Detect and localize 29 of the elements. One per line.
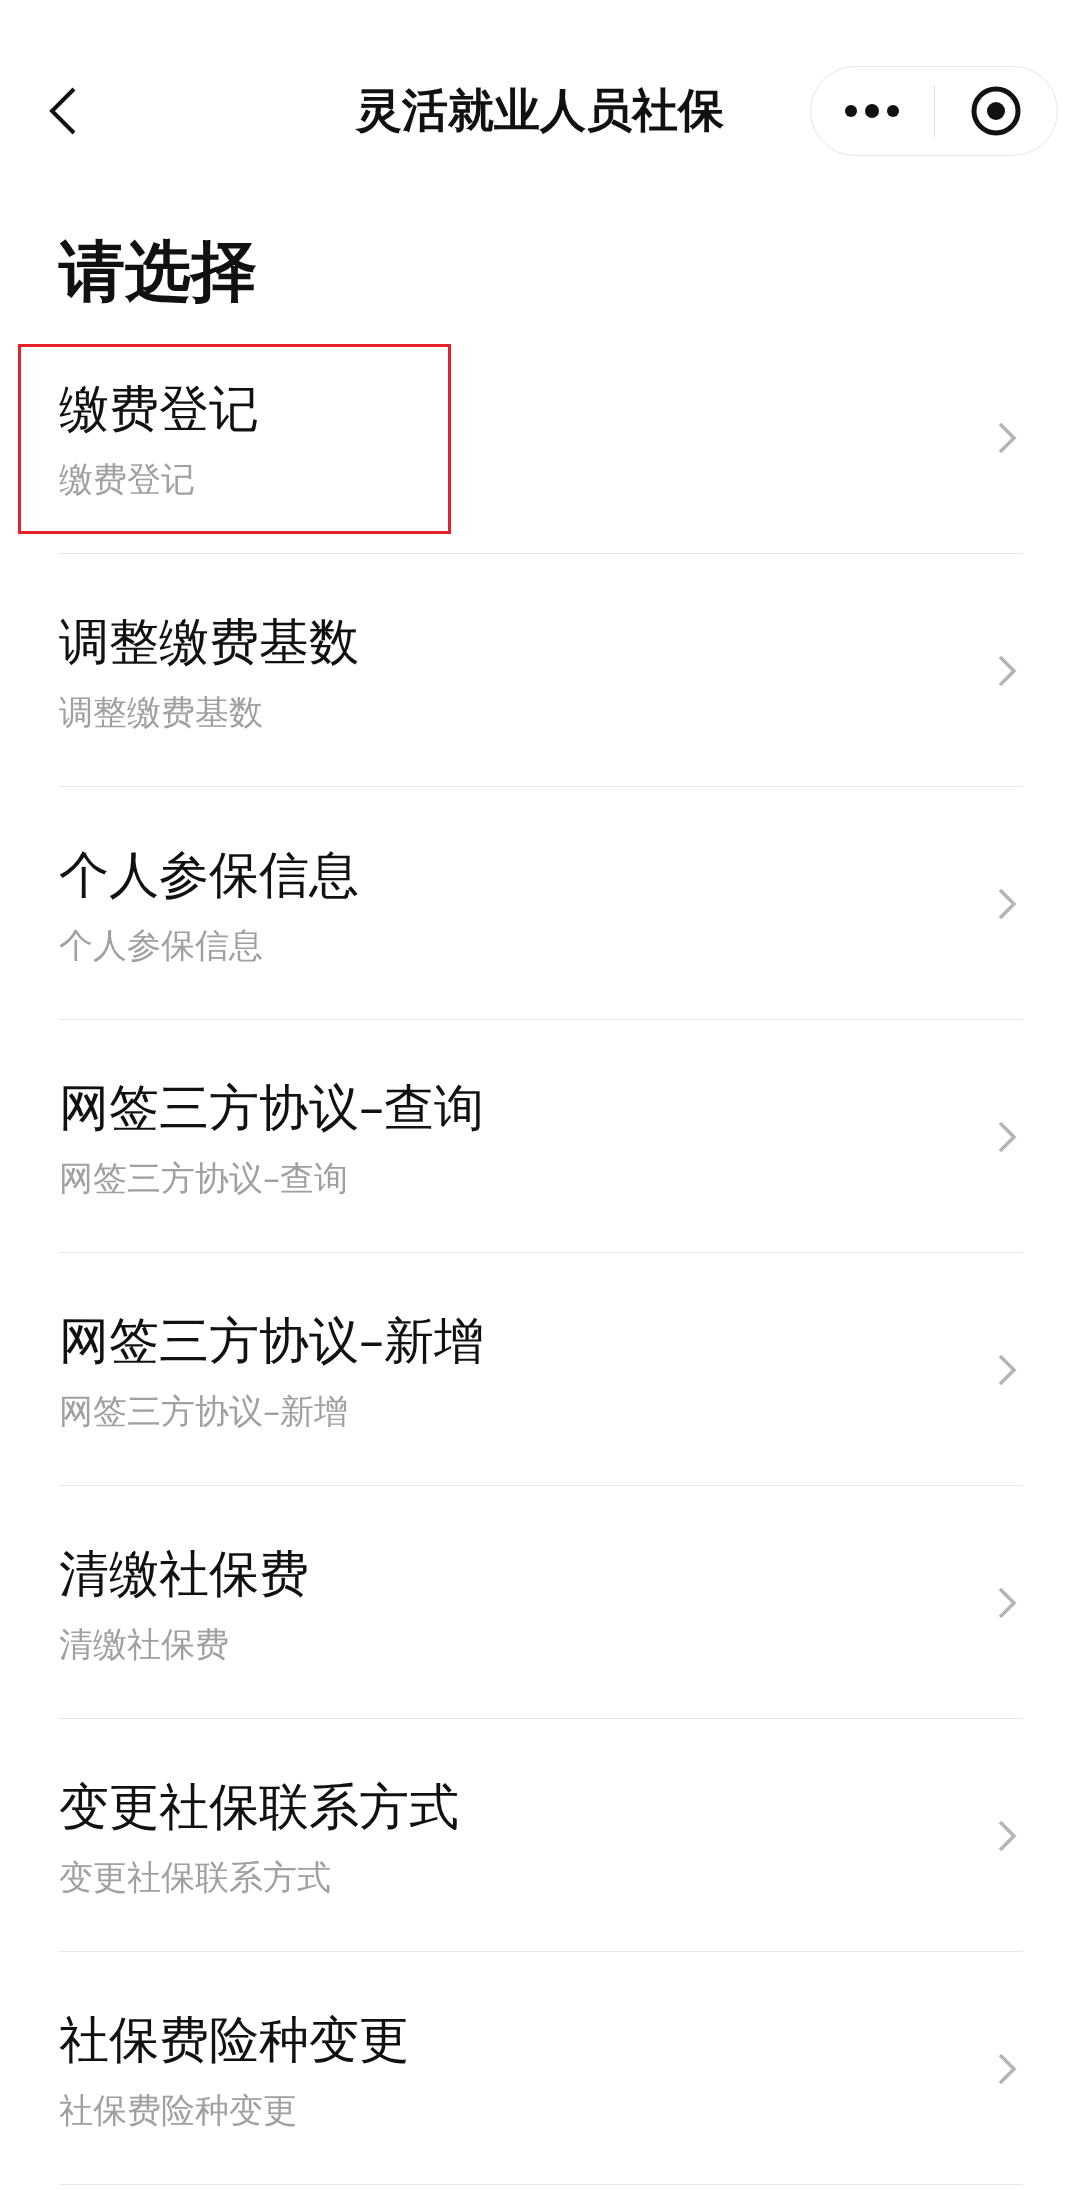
chevron-icon xyxy=(997,1819,1017,1853)
menu-item-title[interactable]: 缴费登记 xyxy=(59,381,259,437)
menu-item-subtitle: 清缴社保费 xyxy=(59,1624,229,1664)
menu-item-subtitle: 网签三方协议–新增 xyxy=(59,1391,348,1431)
menu-item-subtitle: 个人参保信息 xyxy=(59,925,263,965)
chevron-icon xyxy=(997,421,1017,455)
menu-item-subtitle: 变更社保联系方式 xyxy=(59,1857,331,1897)
menu-item-title[interactable]: 变更社保联系方式 xyxy=(59,1779,459,1835)
more-icon[interactable] xyxy=(844,104,901,118)
chevron-icon xyxy=(997,1120,1017,1154)
page-title: 灵活就业人员社保 xyxy=(356,82,724,139)
chevron-icon xyxy=(997,1586,1017,1620)
section-heading: 请选择 xyxy=(59,232,258,312)
menu-item-title[interactable]: 调整缴费基数 xyxy=(59,614,359,670)
chevron-icon xyxy=(997,2052,1017,2086)
menu-item-title[interactable]: 社保费险种变更 xyxy=(59,2012,409,2068)
chevron-icon xyxy=(997,887,1017,921)
close-target-icon[interactable] xyxy=(969,85,1022,137)
menu-item-title[interactable]: 清缴社保费 xyxy=(59,1546,309,1602)
chevron-icon xyxy=(997,1353,1017,1387)
menu-item-title[interactable]: 网签三方协议–查询 xyxy=(59,1080,484,1136)
chevron-icon xyxy=(997,654,1017,688)
menu-item-subtitle: 网签三方协议–查询 xyxy=(59,1158,348,1198)
menu-item-title[interactable]: 网签三方协议–新增 xyxy=(59,1313,484,1369)
menu-item-title[interactable]: 个人参保信息 xyxy=(59,847,359,903)
menu-item-subtitle: 调整缴费基数 xyxy=(59,692,263,732)
menu-item-subtitle: 社保费险种变更 xyxy=(59,2090,297,2130)
menu-item-subtitle: 缴费登记 xyxy=(59,459,195,499)
back-icon[interactable] xyxy=(48,86,78,136)
